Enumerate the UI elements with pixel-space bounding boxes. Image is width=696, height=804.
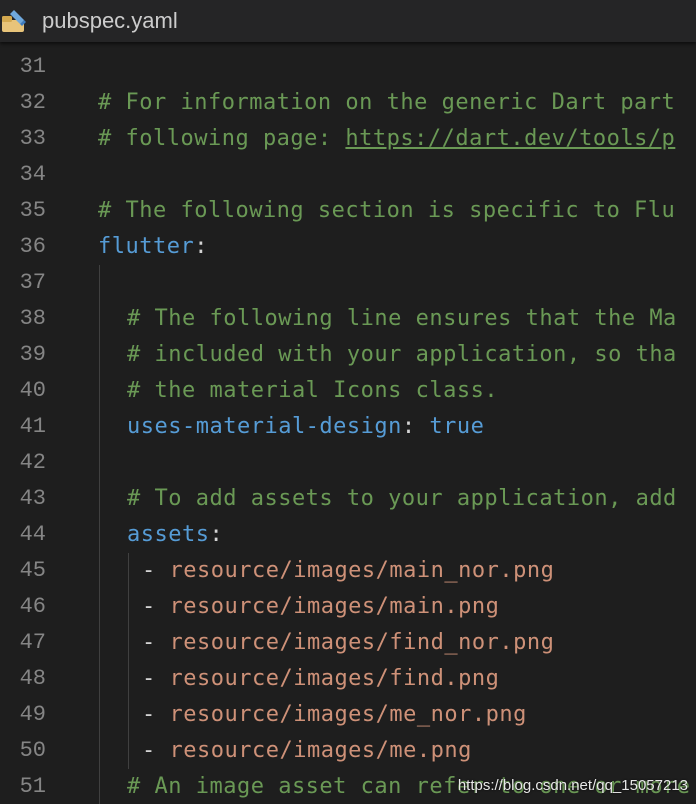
asset-path: resource/images/main_nor.png — [169, 558, 555, 583]
line-number: 42 — [19, 450, 46, 475]
line-number: 33 — [19, 126, 46, 151]
code-line: 44 assets: — [0, 517, 696, 553]
line-number: 34 — [19, 162, 46, 187]
asset-path: resource/images/find_nor.png — [169, 630, 555, 655]
line-number: 47 — [19, 630, 46, 655]
line-number: 41 — [19, 414, 46, 439]
yaml-colon: : — [194, 234, 208, 259]
yaml-comment: # the material Icons class. — [127, 378, 499, 403]
code-line: 49 - resource/images/me_nor.png — [0, 697, 696, 733]
asset-path: resource/images/me.png — [169, 738, 472, 763]
comment-link[interactable]: https://dart.dev/tools/p — [345, 126, 675, 151]
line-number: 40 — [19, 378, 46, 403]
code-line: 45 - resource/images/main_nor.png — [0, 553, 696, 589]
line-number: 37 — [19, 270, 46, 295]
line-number: 31 — [19, 54, 46, 79]
list-dash: - — [142, 630, 170, 655]
line-number: 36 — [19, 234, 46, 259]
yaml-comment: # included with your application, so tha — [127, 342, 677, 367]
code-line: 46 - resource/images/main.png — [0, 589, 696, 625]
line-number: 45 — [19, 558, 46, 583]
code-line: 40 # the material Icons class. — [0, 373, 696, 409]
line-number: 49 — [19, 702, 46, 727]
code-line: 48 - resource/images/find.png — [0, 661, 696, 697]
line-number: 50 — [19, 738, 46, 763]
code-line: 31 — [0, 49, 696, 85]
yaml-comment: # following page: — [98, 126, 346, 151]
line-number: 51 — [19, 774, 46, 799]
code-editor[interactable]: 31 32 # For information on the generic D… — [0, 49, 696, 804]
list-dash: - — [142, 666, 170, 691]
asset-path: resource/images/me_nor.png — [169, 702, 527, 727]
asset-path: resource/images/find.png — [169, 666, 500, 691]
list-dash: - — [142, 558, 170, 583]
code-line: 41 uses-material-design: true — [0, 409, 696, 445]
yaml-comment: # For information on the generic Dart pa… — [98, 90, 676, 115]
yaml-boolean-value: true — [429, 414, 485, 439]
line-number: 44 — [19, 522, 46, 547]
code-line: 42 — [0, 445, 696, 481]
code-line: 43 # To add assets to your application, … — [0, 481, 696, 517]
list-dash: - — [142, 738, 170, 763]
code-line: 32 # For information on the generic Dart… — [0, 85, 696, 121]
list-dash: - — [142, 702, 170, 727]
line-number: 48 — [19, 666, 46, 691]
yaml-key: uses-material-design — [127, 414, 402, 439]
code-line: 37 — [0, 265, 696, 301]
line-number: 35 — [19, 198, 46, 223]
editor-window: pubspec.yaml 31 32 # For information on … — [0, 0, 696, 804]
yaml-key: flutter — [98, 234, 195, 259]
line-number: 46 — [19, 594, 46, 619]
code-line: 35 # The following section is specific t… — [0, 193, 696, 229]
code-line: 33 # following page: https://dart.dev/to… — [0, 121, 696, 157]
line-number: 32 — [19, 90, 46, 115]
tab-title[interactable]: pubspec.yaml — [42, 6, 178, 36]
yaml-colon: : — [401, 414, 430, 439]
line-number: 43 — [19, 486, 46, 511]
code-line: 34 — [0, 157, 696, 193]
yaml-comment: # The following section is specific to F… — [98, 198, 676, 223]
yaml-comment: # The following line ensures that the Ma — [127, 306, 677, 331]
yaml-key: assets — [127, 522, 210, 547]
line-number: 38 — [19, 306, 46, 331]
yaml-colon: : — [209, 522, 224, 547]
watermark-url: https://blog.csdn.net/qq_15057213 — [457, 777, 688, 794]
yaml-comment: # To add assets to your application, add — [127, 486, 677, 511]
code-line: 38 # The following line ensures that the… — [0, 301, 696, 337]
line-number: 39 — [19, 342, 46, 367]
code-line: 50 - resource/images/me.png — [0, 733, 696, 769]
code-line: 39 # included with your application, so … — [0, 337, 696, 373]
code-line: 47 - resource/images/find_nor.png — [0, 625, 696, 661]
code-line: 36 flutter: — [0, 229, 696, 265]
asset-path: resource/images/main.png — [169, 594, 500, 619]
editor-tab-bar: pubspec.yaml — [0, 0, 696, 42]
yaml-file-icon — [2, 10, 26, 32]
list-dash: - — [142, 594, 170, 619]
